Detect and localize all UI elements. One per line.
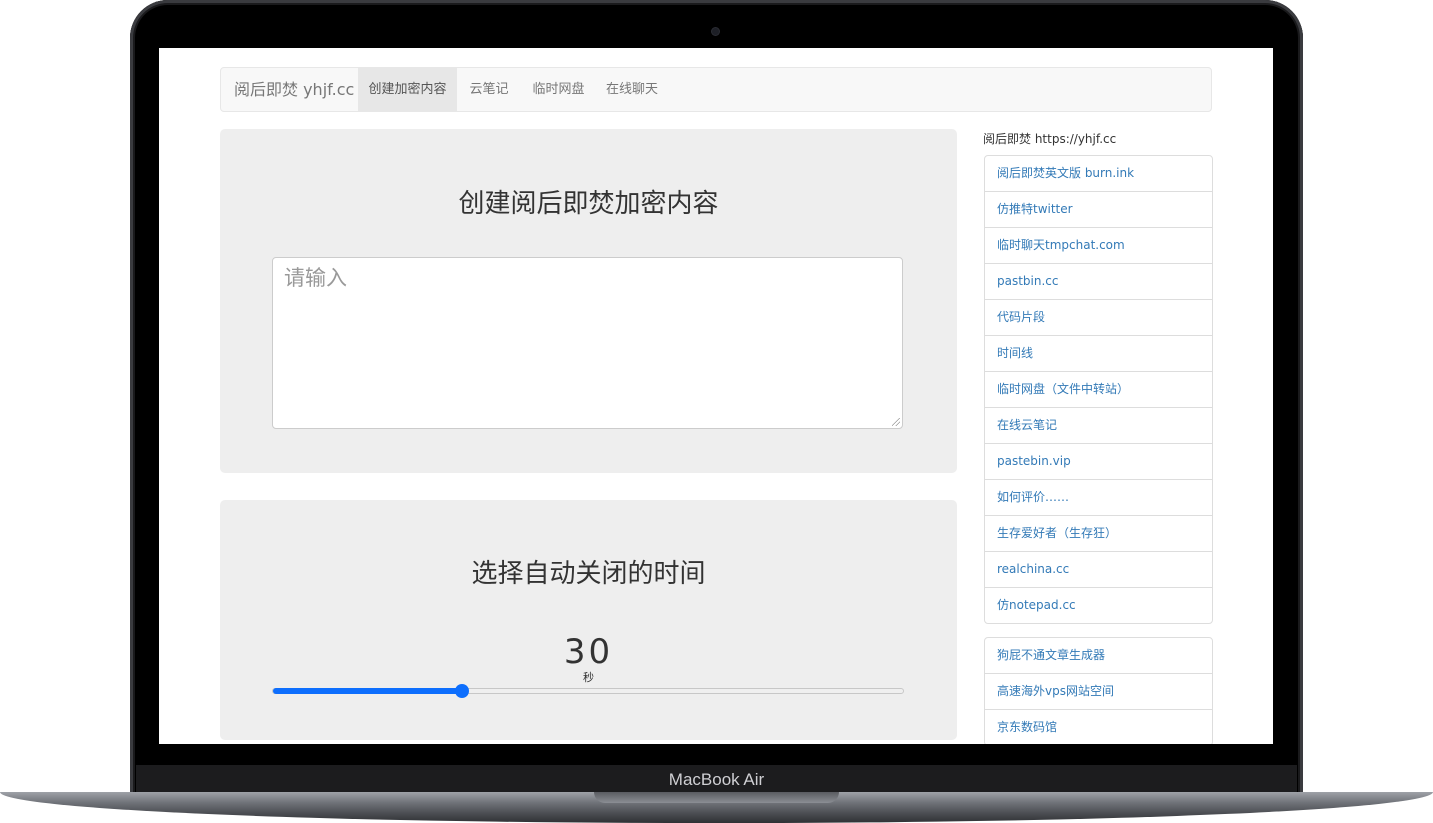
tab-temp-drive[interactable]: 临时网盘 <box>521 68 596 111</box>
textarea-placeholder: 请输入 <box>284 266 347 290</box>
resize-handle-icon[interactable] <box>892 418 900 426</box>
sidebar-links-2: 狗屁不通文章生成器 高速海外vps网站空间 京东数码馆 <box>984 637 1213 744</box>
sidebar-link-code-snippet[interactable]: 代码片段 <box>985 299 1212 335</box>
slider-thumb[interactable] <box>455 684 469 698</box>
sidebar-link-pastbin[interactable]: pastbin.cc <box>985 263 1212 299</box>
sidebar-link-cloud-notes[interactable]: 在线云笔记 <box>985 407 1212 443</box>
camera-icon <box>712 28 719 35</box>
timer-unit: 秒 <box>583 671 594 684</box>
sidebar-link-jd-digital[interactable]: 京东数码馆 <box>985 709 1212 744</box>
sidebar-link-tmpchat[interactable]: 临时聊天tmpchat.com <box>985 227 1212 263</box>
browser-viewport: 阅后即焚 yhjf.cc 创建加密内容 云笔记 临时网盘 在线聊天 创建阅后即焚… <box>159 48 1273 744</box>
device-label: MacBook Air <box>668 770 765 789</box>
create-panel: 创建阅后即焚加密内容 请输入 <box>220 129 957 473</box>
navbar: 阅后即焚 yhjf.cc 创建加密内容 云笔记 临时网盘 在线聊天 <box>220 67 1212 112</box>
sidebar-link-burn-ink[interactable]: 阅后即焚英文版 burn.ink <box>985 156 1212 191</box>
timer-panel: 选择自动关闭的时间 30 秒 <box>220 500 957 740</box>
tab-online-chat[interactable]: 在线聊天 <box>596 68 668 111</box>
timer-value: 30 <box>563 632 614 672</box>
sidebar-link-timeline[interactable]: 时间线 <box>985 335 1212 371</box>
slider-fill <box>273 688 462 694</box>
nav-brand[interactable]: 阅后即焚 yhjf.cc <box>234 68 354 111</box>
sidebar-link-article-generator[interactable]: 狗屁不通文章生成器 <box>985 638 1212 673</box>
sidebar-link-twitter[interactable]: 仿推特twitter <box>985 191 1212 227</box>
sidebar-link-how-to-evaluate[interactable]: 如何评价…… <box>985 479 1212 515</box>
sidebar-heading: 阅后即焚 https://yhjf.cc <box>983 132 1117 146</box>
sidebar-link-temp-drive[interactable]: 临时网盘（文件中转站） <box>985 371 1212 407</box>
sidebar-links: 阅后即焚英文版 burn.ink 仿推特twitter 临时聊天tmpchat.… <box>984 155 1213 624</box>
sidebar-link-notepad[interactable]: 仿notepad.cc <box>985 587 1212 623</box>
sidebar-link-pastebin-vip[interactable]: pastebin.vip <box>985 443 1212 479</box>
tab-create-encrypted[interactable]: 创建加密内容 <box>358 68 457 111</box>
timer-panel-title: 选择自动关闭的时间 <box>471 559 706 589</box>
timer-slider[interactable] <box>272 684 904 698</box>
laptop-notch <box>594 792 839 803</box>
sidebar-link-realchina[interactable]: realchina.cc <box>985 551 1212 587</box>
sidebar-link-survivalist[interactable]: 生存爱好者（生存狂） <box>985 515 1212 551</box>
sidebar-link-vps-hosting[interactable]: 高速海外vps网站空间 <box>985 673 1212 709</box>
tab-cloud-notes[interactable]: 云笔记 <box>457 68 521 111</box>
content-textarea[interactable]: 请输入 <box>272 257 903 429</box>
create-panel-title: 创建阅后即焚加密内容 <box>458 189 719 219</box>
